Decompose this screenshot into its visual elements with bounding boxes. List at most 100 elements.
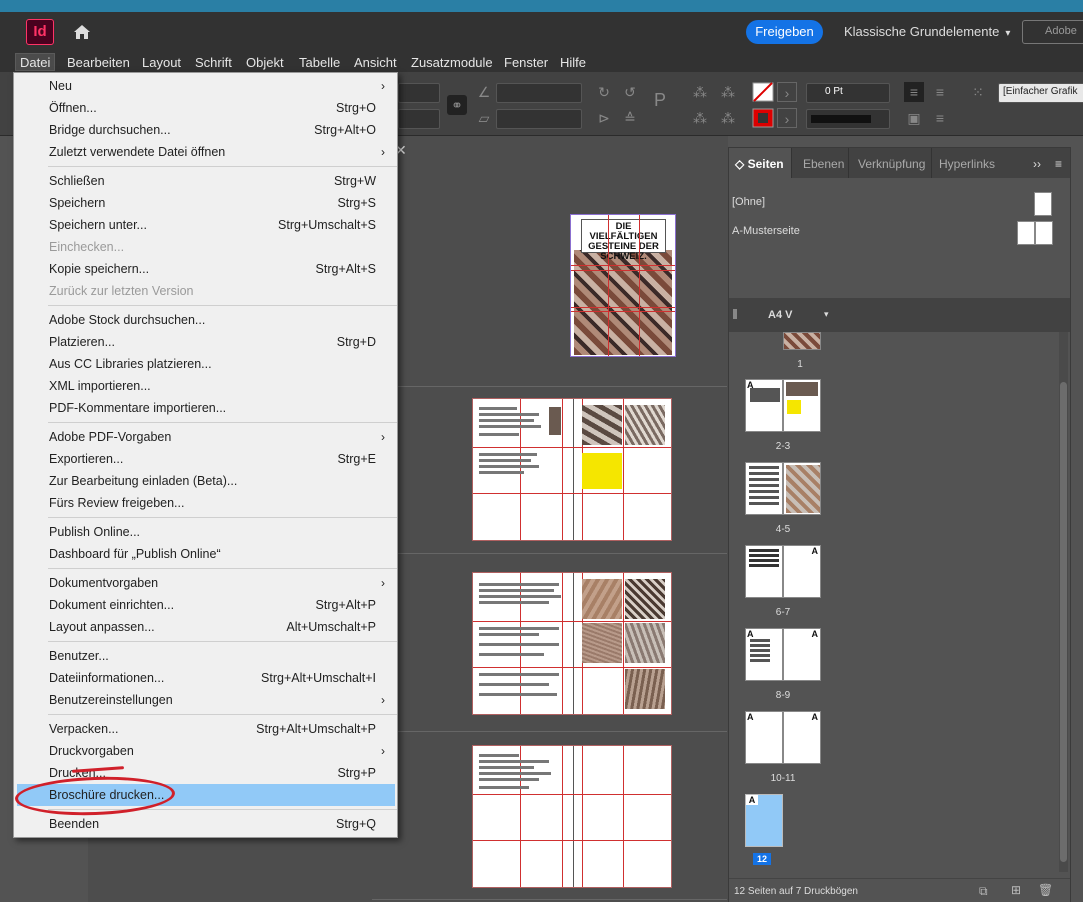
select-prev-icon[interactable]: ⁂ [690, 108, 710, 128]
menu-item-bridge[interactable]: Bridge durchsuchen... Strg+Alt+O [14, 119, 397, 141]
page-thumb-9[interactable]: A [783, 628, 821, 681]
flip-h-icon[interactable]: ⊳ [594, 108, 614, 128]
stroke-weight-field[interactable]: 0 Pt [806, 83, 890, 103]
menu-item-exportieren[interactable]: Exportieren... Strg+E [14, 448, 397, 470]
page-thumb-3[interactable] [783, 379, 821, 432]
object-style-field[interactable]: [Einfacher Grafik [998, 83, 1083, 103]
tab-verknuepfung[interactable]: Verknüpfung [858, 157, 925, 171]
menu-item-recent[interactable]: Zuletzt verwendete Datei öffnen › [14, 141, 397, 163]
menu-layout[interactable]: Layout [142, 55, 181, 70]
panel-menu-icon[interactable]: ≡ [1055, 157, 1062, 171]
menu-item-einladen[interactable]: Zur Bearbeitung einladen (Beta)... [14, 470, 397, 492]
chevron-right-icon[interactable]: › [777, 82, 797, 102]
menu-item-speichern-unter[interactable]: Speichern unter... Strg+Umschalt+S [14, 214, 397, 236]
select-container-icon[interactable]: ⁂ [690, 82, 710, 102]
menu-fenster[interactable]: Fenster [504, 55, 548, 70]
page-size-label[interactable]: A4 V [768, 309, 792, 321]
page-thumb-5[interactable] [783, 462, 821, 515]
menu-item-verpacken[interactable]: Verpacken... Strg+Alt+Umschalt+P [14, 718, 397, 740]
chevron-down-icon[interactable]: ▾ [824, 309, 829, 320]
spread-2-3[interactable] [472, 398, 672, 541]
menu-item-adobe-stock[interactable]: Adobe Stock durchsuchen... [14, 309, 397, 331]
fill-none-swatch-icon[interactable] [752, 82, 774, 102]
workspace-switcher[interactable]: Klassische Grundelemente ▾ [844, 24, 1010, 39]
rotate-field[interactable] [496, 83, 582, 103]
p-icon[interactable]: P [650, 90, 670, 110]
menu-item-publish-online[interactable]: Publish Online... [14, 521, 397, 543]
page-thumb-1[interactable] [783, 332, 821, 350]
spread-6-7[interactable] [472, 745, 672, 888]
stroke-type-field[interactable] [806, 109, 890, 129]
menu-bearbeiten[interactable]: Bearbeiten [67, 55, 130, 70]
wrap-around-icon[interactable]: ≡ [930, 108, 950, 128]
master-a-thumb[interactable] [1035, 221, 1053, 245]
menu-item-review[interactable]: Fürs Review freigeben... [14, 492, 397, 514]
menu-item-dashboard[interactable]: Dashboard für „Publish Online“ [14, 543, 397, 565]
menu-item-benutzer[interactable]: Benutzer... [14, 645, 397, 667]
menu-item-cc-libraries[interactable]: Aus CC Libraries platzieren... [14, 353, 397, 375]
page-1-cover[interactable]: DIE VIELFÄLTIGEN GESTEINE DER SCHWEIZ. [570, 214, 676, 357]
page-thumb-6[interactable] [745, 545, 783, 598]
more-tabs-icon[interactable]: ›› [1033, 157, 1041, 171]
rotate-cw-icon[interactable]: ↻ [594, 82, 614, 102]
menu-item-layout-anpassen[interactable]: Layout anpassen... Alt+Umschalt+P [14, 616, 397, 638]
menu-hilfe[interactable]: Hilfe [560, 55, 586, 70]
master-none[interactable]: [Ohne] [732, 196, 765, 208]
stroke-swatch-icon[interactable] [752, 108, 774, 128]
page-thumb-4[interactable] [745, 462, 783, 515]
rotate-ccw-icon[interactable]: ↺ [620, 82, 640, 102]
page-thumb-8[interactable]: A [745, 628, 783, 681]
menu-item-pdf-kommentare[interactable]: PDF-Kommentare importieren... [14, 397, 397, 419]
page-thumb-10[interactable]: A [745, 711, 783, 764]
trash-icon[interactable]: 🗑 [1038, 883, 1053, 897]
flip-v-icon[interactable]: ≙ [620, 108, 640, 128]
frame-fitting-icon[interactable]: ⁙ [968, 82, 988, 102]
menu-item-xml-import[interactable]: XML importieren... [14, 375, 397, 397]
tab-ebenen[interactable]: Ebenen [803, 157, 844, 171]
master-a[interactable]: A-Musterseite [732, 225, 800, 237]
align-left-icon[interactable]: ≡ [904, 82, 924, 102]
panel-scrollbar[interactable] [1059, 332, 1068, 872]
menu-zusatzmodule[interactable]: Zusatzmodule [411, 55, 493, 70]
menu-item-neu[interactable]: Neu › [14, 75, 397, 97]
search-field[interactable]: Adobe [1022, 20, 1083, 44]
chevron-right-icon[interactable]: › [777, 108, 797, 128]
menu-item-dokument-einrichten[interactable]: Dokument einrichten... Strg+Alt+P [14, 594, 397, 616]
menu-item-beenden[interactable]: Beenden Strg+Q [14, 813, 397, 835]
menu-item-speichern[interactable]: Speichern Strg+S [14, 192, 397, 214]
menu-item-pdf-vorgaben[interactable]: Adobe PDF-Vorgaben › [14, 426, 397, 448]
edit-page-size-icon[interactable]: ⧉ [979, 884, 988, 899]
ref-field[interactable] [398, 83, 440, 103]
ref-field-2[interactable] [398, 109, 440, 129]
spread-4-5[interactable] [472, 572, 672, 715]
page-thumb-12[interactable]: A [745, 794, 783, 847]
page-thumb-11[interactable]: A [783, 711, 821, 764]
tab-seiten[interactable]: ◇ Seiten [735, 157, 784, 171]
wrap-icon[interactable]: ▣ [904, 108, 924, 128]
share-button[interactable]: Freigeben [746, 20, 823, 44]
master-a-thumb[interactable] [1017, 221, 1035, 245]
menu-item-dateiinformationen[interactable]: Dateiinformationen... Strg+Alt+Umschalt+I [14, 667, 397, 689]
scrollbar-thumb[interactable] [1060, 382, 1067, 862]
chain-link-icon[interactable]: ⚭ [447, 95, 467, 115]
page-thumb-7[interactable]: A [783, 545, 821, 598]
menu-item-platzieren[interactable]: Platzieren... Strg+D [14, 331, 397, 353]
menu-item-oeffnen[interactable]: Öffnen... Strg+O [14, 97, 397, 119]
menu-ansicht[interactable]: Ansicht [354, 55, 397, 70]
tab-hyperlinks[interactable]: Hyperlinks [939, 157, 995, 171]
menu-objekt[interactable]: Objekt [246, 55, 284, 70]
shear-field[interactable] [496, 109, 582, 129]
menu-item-druckvorgaben[interactable]: Druckvorgaben › [14, 740, 397, 762]
menu-schrift[interactable]: Schrift [195, 55, 232, 70]
menu-datei[interactable]: Datei [15, 53, 56, 71]
menu-item-benutzereinstellungen[interactable]: Benutzereinstellungen › [14, 689, 397, 711]
menu-item-schliessen[interactable]: Schließen Strg+W [14, 170, 397, 192]
master-none-thumb[interactable] [1034, 192, 1052, 216]
select-next-icon[interactable]: ⁂ [718, 108, 738, 128]
menu-tabelle[interactable]: Tabelle [299, 55, 340, 70]
align-center-icon[interactable]: ≡ [930, 82, 950, 102]
new-page-icon[interactable]: ⊞ [1011, 883, 1021, 897]
select-content-icon[interactable]: ⁂ [718, 82, 738, 102]
menu-item-kopie-speichern[interactable]: Kopie speichern... Strg+Alt+S [14, 258, 397, 280]
page-thumb-2[interactable]: A [745, 379, 783, 432]
